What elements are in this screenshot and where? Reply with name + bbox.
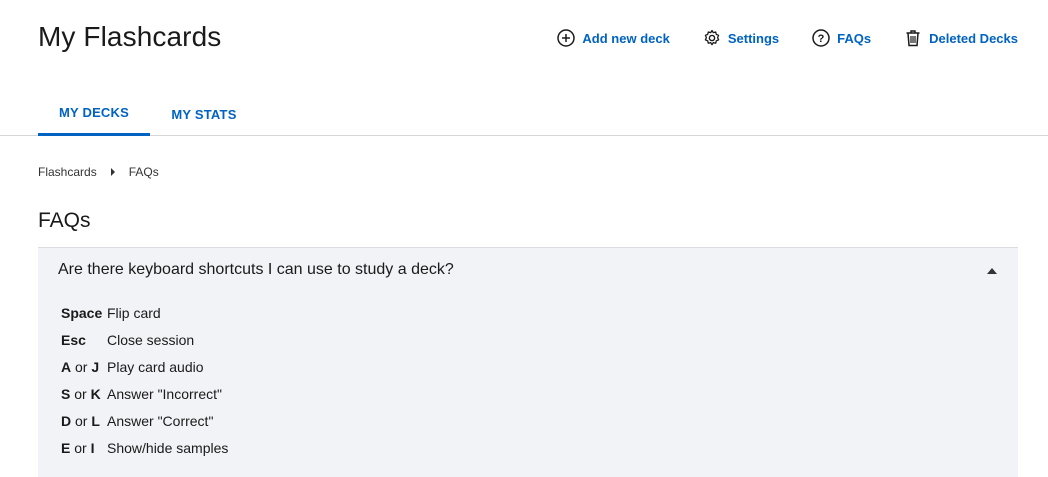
breadcrumb-current: FAQs (128, 165, 159, 179)
shortcut-key: A or J (61, 358, 100, 375)
shortcut-description: Answer "Incorrect" (107, 385, 222, 402)
faqs-label: FAQs (837, 30, 872, 46)
shortcut-row: Esc Close session (61, 326, 228, 353)
deleted-decks-button[interactable]: Deleted Decks (903, 28, 1018, 48)
page-title: FAQs (38, 209, 91, 232)
shortcut-row: S or K Answer "Incorrect" (61, 380, 228, 407)
breadcrumb: Flashcards FAQs (38, 165, 159, 179)
shortcut-description: Play card audio (107, 358, 204, 375)
shortcut-key: Esc (61, 331, 86, 348)
trash-icon (903, 28, 923, 48)
shortcut-key: S or K (61, 385, 101, 402)
settings-button[interactable]: Settings (702, 28, 779, 48)
shortcut-key: E or I (61, 439, 95, 456)
shortcut-row: Space Flip card (61, 299, 228, 326)
shortcut-description: Answer "Correct" (107, 412, 214, 429)
faq-item: Are there keyboard shortcuts I can use t… (38, 247, 1018, 477)
add-new-deck-button[interactable]: Add new deck (556, 28, 670, 48)
faq-question[interactable]: Are there keyboard shortcuts I can use t… (58, 261, 454, 279)
breadcrumb-flashcards-link[interactable]: Flashcards (38, 165, 97, 179)
caret-up-icon (987, 268, 997, 274)
deleted-decks-label: Deleted Decks (929, 30, 1018, 46)
shortcut-row: E or I Show/hide samples (61, 434, 228, 461)
faqs-button[interactable]: ? FAQs (811, 28, 871, 48)
shortcut-description: Flip card (107, 304, 161, 321)
svg-text:?: ? (818, 33, 825, 45)
breadcrumb-caret-icon (110, 168, 115, 176)
collapse-toggle[interactable] (986, 267, 998, 275)
shortcut-row: D or L Answer "Correct" (61, 407, 228, 434)
header: My Flashcards Add new deck Settings ? FA… (0, 0, 1048, 80)
question-circle-icon: ? (811, 28, 831, 48)
settings-label: Settings (727, 30, 780, 46)
add-new-deck-label: Add new deck (582, 30, 670, 46)
shortcut-key: D or L (61, 412, 100, 429)
tab-my-decks[interactable]: MY DECKS (38, 92, 150, 136)
header-actions: Add new deck Settings ? FAQs Deleted Dec… (556, 28, 1018, 48)
tab-bar: MY DECKS MY STATS (0, 92, 1048, 136)
gear-icon (702, 28, 722, 48)
tab-my-stats[interactable]: MY STATS (158, 92, 250, 136)
plus-circle-icon (556, 28, 576, 48)
shortcut-description: Close session (107, 331, 195, 348)
shortcut-list: Space Flip card Esc Close session A or J… (61, 299, 228, 461)
shortcut-key: Space (61, 304, 103, 321)
shortcut-description: Show/hide samples (107, 439, 229, 456)
app-title: My Flashcards (38, 21, 222, 52)
shortcut-row: A or J Play card audio (61, 353, 228, 380)
